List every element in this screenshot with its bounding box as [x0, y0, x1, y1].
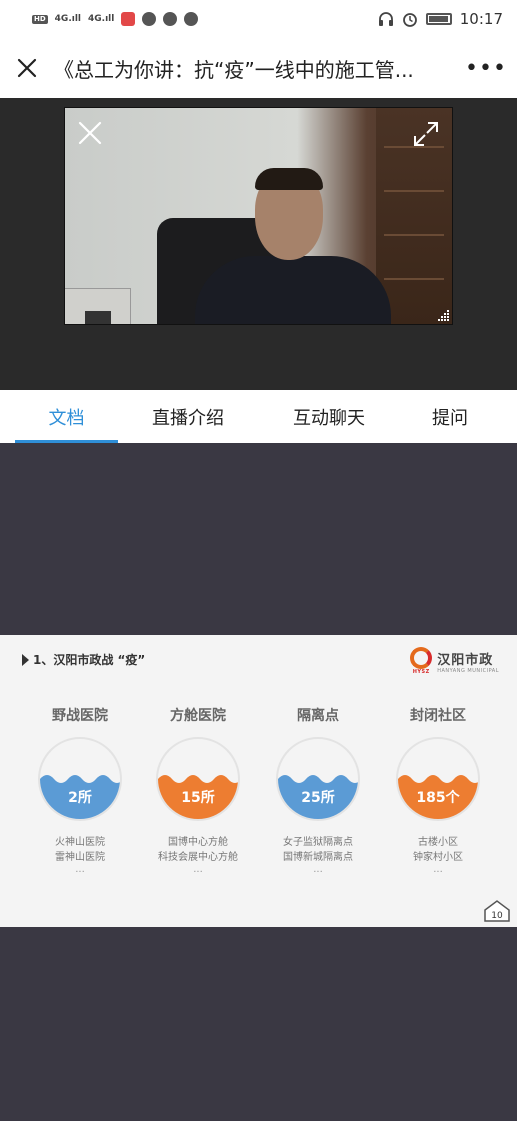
stat-circle: 25所: [276, 737, 360, 821]
stat-value: 25所: [301, 790, 335, 806]
headphones-icon: [378, 12, 393, 26]
shelf-line: [384, 234, 444, 236]
stat-column-isolation-points: 隔离点 25所 女子监狱隔离点 国博新城隔离点 ...: [268, 705, 368, 875]
brand-mark-text: HYSZ: [412, 669, 430, 675]
shelf-line: [384, 190, 444, 192]
signal-label-1: 4G: [54, 14, 69, 24]
presenter-body: [195, 256, 391, 324]
tab-interactive-chat[interactable]: 互动聊天: [278, 390, 380, 443]
stat-items: 女子监狱隔离点 国博新城隔离点 ...: [268, 835, 368, 875]
status-bar: HD 4G.ıll 4G.ıll 10:17: [0, 0, 517, 38]
brand-text-block: 汉阳市政 HANYANG MUNICIPAL: [437, 649, 499, 674]
close-icon: [17, 58, 37, 78]
presenter-hair: [255, 168, 323, 190]
stat-column-field-hospitals: 野战医院 2所 火神山医院 雷神山医院 ...: [30, 705, 130, 875]
title-bar: 《总工为你讲：抗“疫”一线中的施工管... •••: [0, 38, 517, 98]
stat-item: 火神山医院: [55, 837, 105, 848]
resize-grip-icon[interactable]: [436, 308, 450, 322]
stat-more: ...: [193, 864, 203, 875]
stat-items: 火神山医院 雷神山医院 ...: [30, 835, 130, 875]
tab-questions[interactable]: 提问: [418, 390, 482, 443]
slide-title: 1、汉阳市政战 “疫”: [22, 651, 145, 668]
slide-title-text: 1、汉阳市政战 “疫”: [33, 653, 146, 667]
stat-more: ...: [75, 864, 85, 875]
signal-indicator-1: 4G.ıll: [54, 14, 82, 24]
tab-live-intro[interactable]: 直播介绍: [138, 390, 238, 443]
calendar-icon: [121, 12, 136, 26]
stat-item: 国博中心方舱: [168, 837, 228, 848]
stat-more: ...: [433, 864, 443, 875]
stat-circle: 15所: [156, 737, 240, 821]
live-video-area: [0, 98, 517, 390]
video-close-icon[interactable]: [77, 120, 103, 146]
status-left: HD 4G.ıll 4G.ıll: [32, 12, 378, 26]
stat-title: 隔离点: [297, 708, 339, 724]
status-time: 10:17: [459, 10, 503, 28]
stat-column-cabin-hospitals: 方舱医院 15所 国博中心方舱 科技会展中心方舱 ...: [148, 705, 248, 875]
stat-item: 科技会展中心方舱: [158, 852, 238, 863]
close-button[interactable]: [0, 38, 54, 98]
brand-logo: HYSZ 汉阳市政 HANYANG MUNICIPAL: [410, 647, 499, 675]
hd-indicator: HD: [32, 14, 48, 24]
stat-item: 钟家村小区: [413, 852, 463, 863]
signal-indicator-2: 4G.ıll: [88, 14, 115, 24]
qq-icon: [184, 12, 199, 26]
alarm-icon: [402, 13, 417, 27]
document-viewer[interactable]: 1、汉阳市政战 “疫” HYSZ 汉阳市政 HANYANG MUNICIPAL …: [0, 443, 517, 1121]
tab-document[interactable]: 文档: [15, 390, 118, 443]
stat-value: 2所: [68, 790, 92, 806]
status-right: 10:17: [378, 10, 503, 28]
fullscreen-icon[interactable]: [412, 120, 440, 148]
brand-swirl-icon: [410, 647, 433, 669]
brand-name: 汉阳市政: [437, 652, 494, 668]
stat-circle: 2所: [38, 737, 122, 821]
stat-circle: 185个: [396, 737, 480, 821]
live-video[interactable]: [64, 107, 453, 325]
tab-bar: 文档 直播介绍 互动聊天 提问: [0, 390, 517, 443]
stat-item: 国博新城隔离点: [283, 852, 353, 863]
stat-item: 女子监狱隔离点: [283, 837, 353, 848]
more-options-button[interactable]: •••: [455, 56, 517, 81]
brand-mark-block: HYSZ: [410, 647, 433, 675]
page-title: 《总工为你讲：抗“疫”一线中的施工管...: [54, 57, 414, 82]
stat-items: 国博中心方舱 科技会展中心方舱 ...: [148, 835, 248, 875]
slide[interactable]: 1、汉阳市政战 “疫” HYSZ 汉阳市政 HANYANG MUNICIPAL …: [0, 635, 517, 927]
stat-value: 185个: [416, 790, 460, 806]
triangle-bullet-icon: [22, 653, 29, 666]
shelf-line: [384, 278, 444, 280]
stat-value: 15所: [181, 790, 215, 806]
stat-column-closed-communities: 封闭社区 185个 古楼小区 钟家村小区 ...: [388, 705, 488, 875]
stat-more: ...: [313, 864, 323, 875]
signal-label-2: 4G: [88, 14, 102, 24]
stat-item: 古楼小区: [418, 837, 458, 848]
battery-icon: [425, 13, 452, 25]
stat-title: 方舱医院: [170, 708, 226, 724]
brand-subtitle: HANYANG MUNICIPAL: [437, 667, 499, 674]
stat-items: 古楼小区 钟家村小区 ...: [388, 835, 488, 875]
slide-page-number: 10: [491, 911, 503, 921]
chat-bubble-icon: [163, 12, 178, 26]
pip-thumbnail[interactable]: [65, 288, 131, 324]
location-icon: [142, 12, 157, 26]
stat-item: 雷神山医院: [55, 852, 105, 863]
stat-title: 封闭社区: [410, 708, 466, 724]
stat-title: 野战医院: [52, 708, 108, 724]
home-page-icon[interactable]: 10: [483, 899, 511, 923]
